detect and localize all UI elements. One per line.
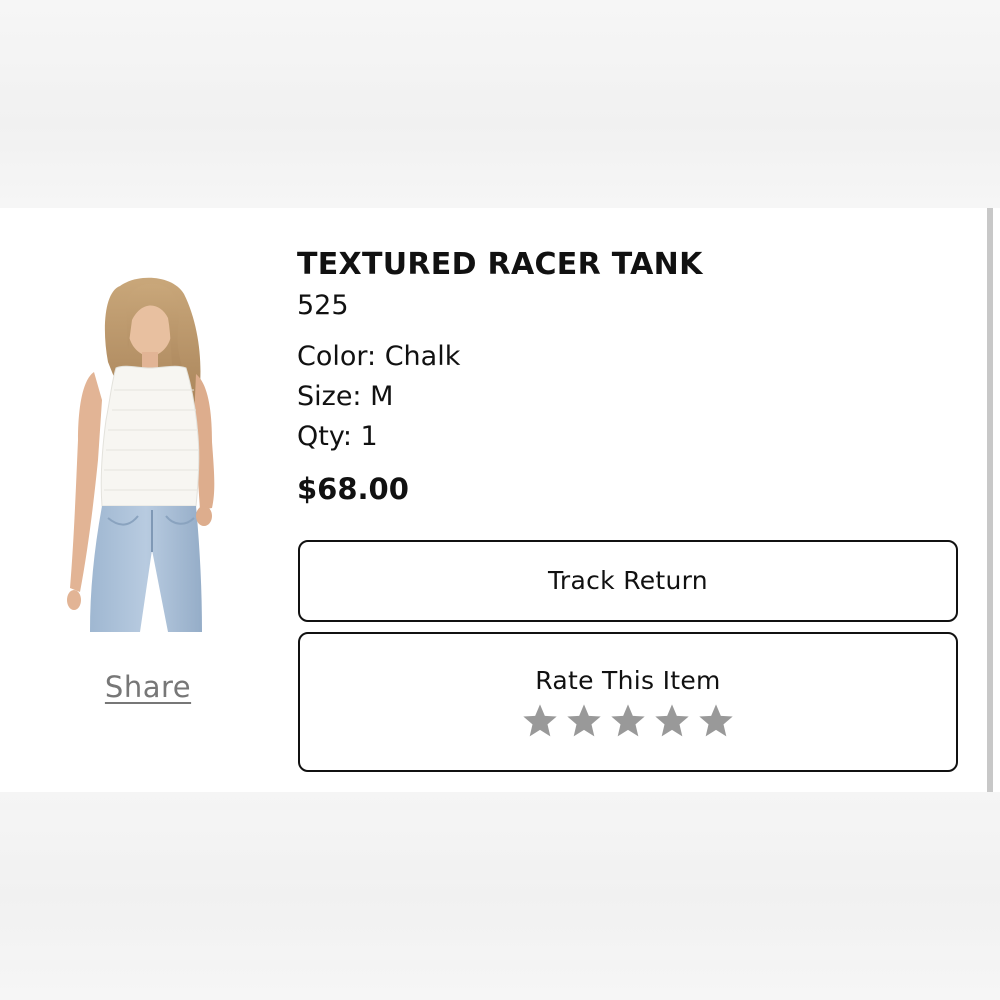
track-return-button[interactable]: Track Return [298, 540, 958, 622]
rate-item-panel: Rate This Item [298, 632, 958, 772]
product-color: Color: Chalk [297, 341, 461, 372]
product-price: $68.00 [297, 472, 409, 506]
product-size: Size: M [297, 381, 394, 412]
product-title: TEXTURED RACER TANK [297, 247, 703, 282]
share-link[interactable]: Share [60, 670, 236, 704]
product-qty: Qty: 1 [297, 421, 378, 452]
track-return-label: Track Return [548, 566, 708, 595]
star-icon[interactable] [608, 701, 648, 741]
background-top [0, 0, 1000, 208]
star-icon[interactable] [652, 701, 692, 741]
scrollbar-thumb[interactable] [987, 208, 993, 792]
star-rating[interactable] [300, 701, 956, 741]
rate-item-label: Rate This Item [535, 666, 721, 695]
star-icon[interactable] [696, 701, 736, 741]
star-icon[interactable] [520, 701, 560, 741]
star-icon[interactable] [564, 701, 604, 741]
product-image[interactable] [64, 270, 224, 634]
background-bottom [0, 792, 1000, 1000]
product-code: 525 [297, 290, 349, 321]
